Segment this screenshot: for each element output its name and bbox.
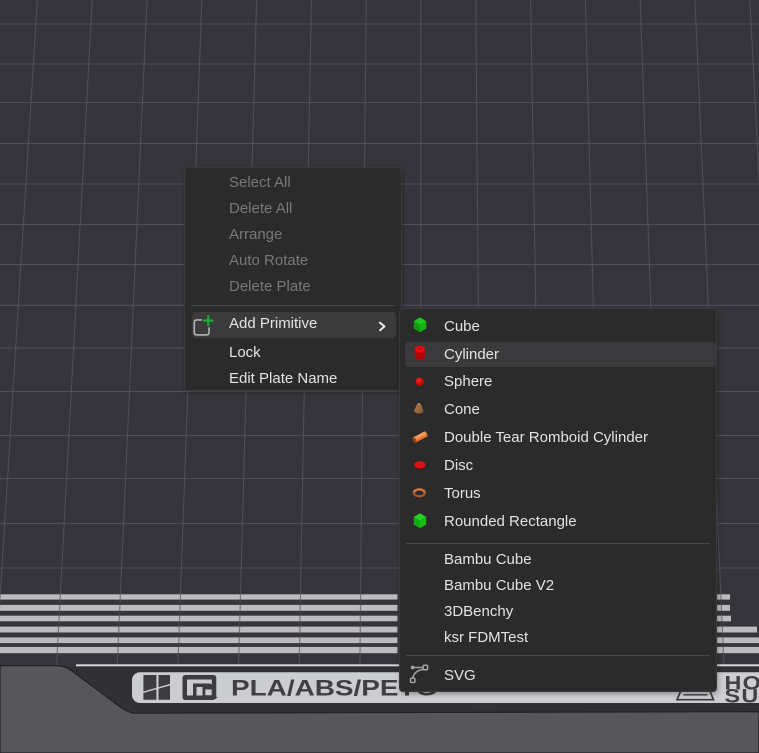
svg-text:SURF: SURF <box>725 685 759 707</box>
